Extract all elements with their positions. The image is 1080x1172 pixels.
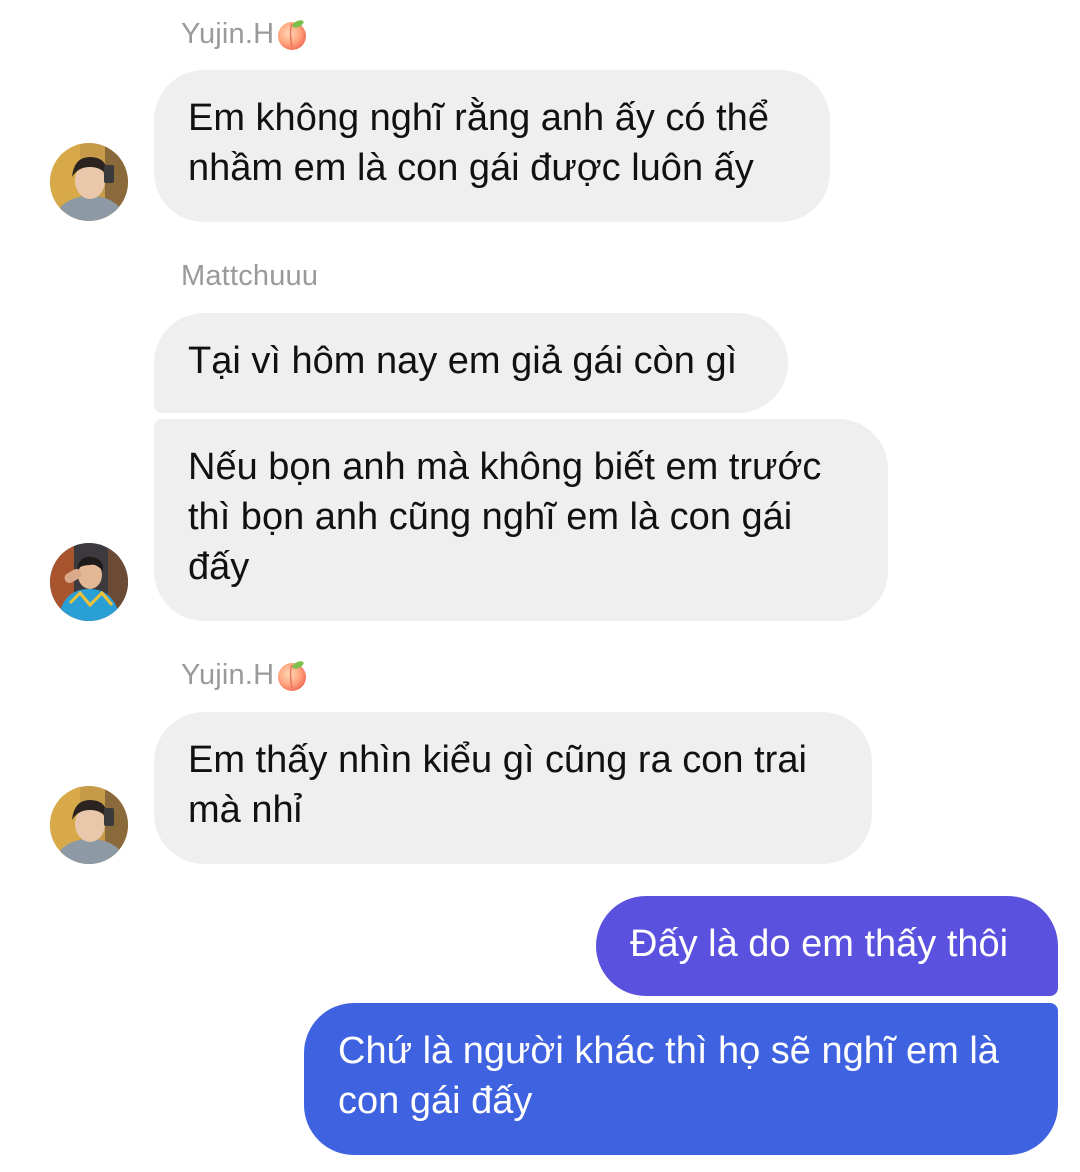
message-bubble-incoming[interactable]: Tại vì hôm nay em giả gái còn gì <box>154 313 788 413</box>
peach-emoji-icon <box>278 661 307 691</box>
sender-name-text: Yujin.H <box>181 17 275 50</box>
sender-name-text: Yujin.H <box>181 658 275 691</box>
avatar[interactable] <box>50 543 128 621</box>
message-bubble-incoming[interactable]: Em không nghĩ rằng anh ấy có thể nhầm em… <box>154 70 830 222</box>
message-bubble-incoming[interactable]: Em thấy nhìn kiểu gì cũng ra con trai mà… <box>154 712 872 864</box>
sender-name-text: Mattchuuu <box>181 259 319 292</box>
sender-name: Yujin.H <box>181 14 309 54</box>
avatar[interactable] <box>50 786 128 864</box>
sender-name: Mattchuuu <box>181 256 318 296</box>
message-bubble-outgoing[interactable]: Đấy là do em thấy thôi <box>596 896 1058 996</box>
peach-emoji-icon <box>278 20 307 50</box>
message-bubble-incoming[interactable]: Nếu bọn anh mà không biết em trước thì b… <box>154 419 888 621</box>
chat-thread: Yujin.H Em không nghĩ rằng anh ấy có thể… <box>0 0 1080 1172</box>
sender-name: Yujin.H <box>181 655 309 695</box>
message-bubble-outgoing[interactable]: Chứ là người khác thì họ sẽ nghĩ em là c… <box>304 1003 1058 1155</box>
avatar[interactable] <box>50 143 128 221</box>
